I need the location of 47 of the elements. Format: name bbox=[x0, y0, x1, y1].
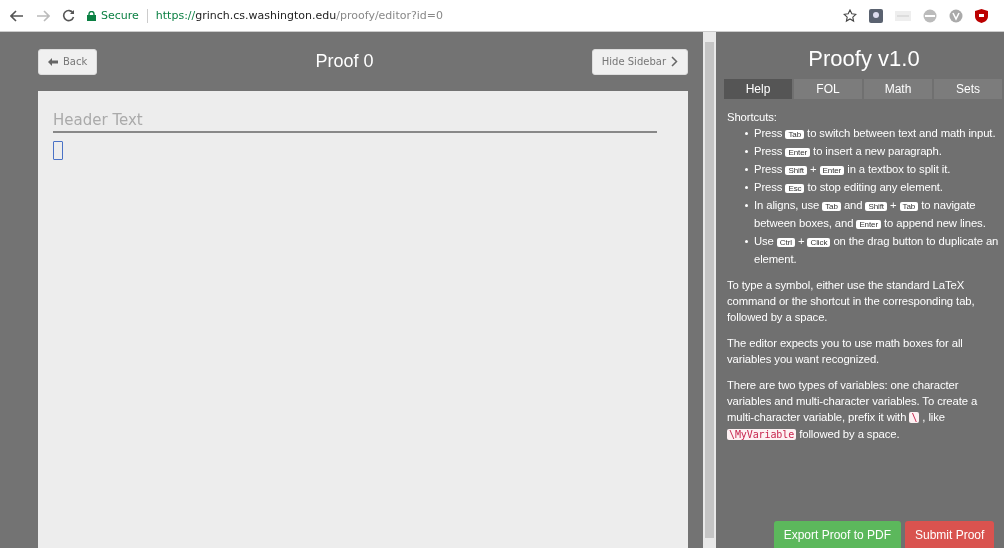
key-label: Shift bbox=[785, 166, 807, 175]
secure-label: Secure bbox=[101, 9, 139, 22]
key-label: Ctrl bbox=[776, 238, 795, 247]
key-label: Enter bbox=[856, 220, 881, 229]
shortcut-text: Use Ctrl + Click on the drag button to duplicate an element. bbox=[754, 234, 1000, 267]
key-label: Shift bbox=[865, 202, 887, 211]
action-button[interactable]: Submit Proof bbox=[905, 521, 995, 548]
shortcut-text: Press Tab to switch between text and math input. bbox=[754, 126, 996, 141]
shortcut-text: Press Esc to stop editing any element. bbox=[754, 180, 943, 195]
shortcut-text: Press Shift + Enter in a textbox to split it. bbox=[754, 162, 951, 177]
shortcuts-heading: Shortcuts: bbox=[727, 110, 778, 125]
header-text-field[interactable]: Header Text bbox=[53, 111, 657, 133]
extension-icon[interactable] bbox=[869, 8, 883, 23]
code-snippet: \MyVariable bbox=[727, 429, 797, 440]
sidebar-tab[interactable]: Help bbox=[724, 79, 792, 99]
help-paragraph: There are two types of variables: one character variables and multi-character variables. To create a multi-character variable, prefix it with \ , like \MyVariable followed by a space. bbox=[727, 378, 979, 442]
sidebar-tab[interactable]: FOL bbox=[794, 79, 862, 99]
key-label: Esc bbox=[785, 184, 805, 193]
proof-title: Proof 0 bbox=[315, 51, 374, 72]
key-label: Tab bbox=[785, 130, 805, 139]
key-label: Enter bbox=[819, 166, 845, 175]
back-button[interactable]: Back bbox=[38, 48, 98, 75]
action-button[interactable]: Export Proof to PDF bbox=[773, 521, 901, 548]
hide-sidebar-button[interactable]: Hide Sidebar bbox=[591, 48, 688, 75]
key-label: Tab bbox=[822, 202, 841, 211]
sidebar-title: Proofy v1.0 bbox=[807, 45, 921, 73]
chevron-right-icon bbox=[671, 56, 678, 67]
sidebar-tab[interactable]: Sets bbox=[934, 79, 1002, 99]
sidebar-tab[interactable]: Math bbox=[864, 79, 932, 99]
star-icon[interactable] bbox=[843, 8, 857, 23]
scrollbar[interactable] bbox=[703, 32, 716, 548]
key-label: Tab bbox=[899, 202, 919, 211]
address-bar[interactable]: Secure https://grinch.cs.washington.edu/proofy/editor?id=0 bbox=[87, 3, 831, 28]
lock-icon bbox=[87, 10, 96, 21]
key-label: Click bbox=[807, 238, 831, 247]
help-paragraph: The editor expects you to use math boxes for all variables you want recognized. bbox=[727, 336, 964, 367]
shortcut-text: Press Enter to insert a new paragraph. bbox=[754, 144, 942, 159]
text-box[interactable] bbox=[53, 141, 63, 160]
shield-icon[interactable] bbox=[975, 8, 988, 23]
reload-icon[interactable] bbox=[62, 9, 75, 22]
arrow-left-icon bbox=[48, 57, 58, 66]
url-text: https://grinch.cs.washington.edu/proofy/editor?id=0 bbox=[155, 9, 444, 22]
help-paragraph: To type a symbol, either use the standard LaTeX command or the shortcut in the corresponding tab, followed by a space. bbox=[727, 278, 976, 325]
shortcut-text: In aligns, use Tab and Shift + Tab to navigate between boxes, and Enter to append new lines. bbox=[754, 198, 987, 231]
key-label: Enter bbox=[785, 148, 811, 157]
code-snippet: \ bbox=[909, 412, 920, 423]
back-arrow-icon[interactable] bbox=[10, 9, 24, 22]
